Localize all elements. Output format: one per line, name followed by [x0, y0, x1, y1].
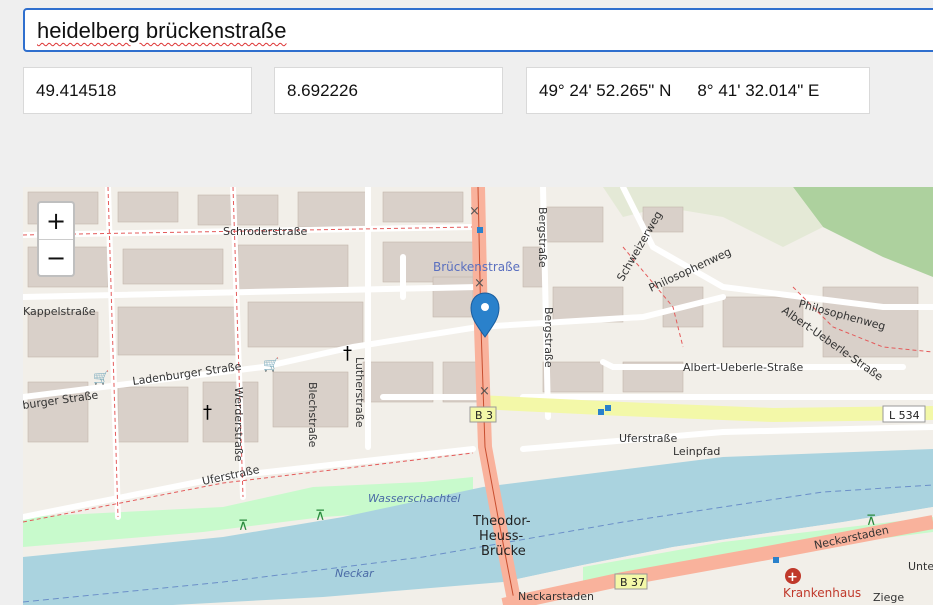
label-schroderstrasse: Schroderstraße: [223, 225, 308, 238]
bus-stop-icon-2: [605, 405, 611, 411]
dms-longitude: 8° 41' 32.014" E: [697, 81, 820, 100]
label-leinpfad: Leinpfad: [673, 445, 720, 458]
zoom-out-button[interactable]: −: [39, 240, 73, 276]
shopping-cart-icon-2: 🛒: [93, 370, 109, 386]
church-icon: †: [343, 343, 352, 364]
crossing-icon-2: ×: [474, 276, 485, 291]
label-neckarstaden-left: Neckarstaden: [518, 590, 594, 603]
bus-stop-icon-4: [477, 227, 483, 233]
picnic-table-icon-3: ⊼: [866, 513, 876, 529]
picnic-table-icon: ⊼: [238, 518, 248, 534]
crossing-icon: ×: [469, 204, 480, 219]
label-unte: Unte: [908, 560, 933, 573]
label-albert-ueberle: Albert-Ueberle-Straße: [683, 361, 804, 374]
dms-latitude: 49° 24' 52.265" N: [539, 81, 672, 100]
label-theodor-2: Heuss-: [479, 529, 524, 544]
label-lutherstrasse: Lutherstraße: [353, 357, 366, 428]
search-input[interactable]: heidelberg brückenstraße: [23, 8, 933, 52]
map-canvas: Schroderstraße Brückenstraße Bergstraße …: [23, 187, 933, 605]
label-theodor-1: Theodor-: [472, 514, 531, 529]
shopping-cart-icon: 🛒: [263, 357, 279, 373]
picnic-table-icon-2: ⊼: [315, 508, 325, 524]
zoom-in-button[interactable]: +: [39, 203, 73, 240]
shield-l534-label: L 534: [889, 409, 920, 422]
label-uferstrasse-right: Uferstraße: [619, 432, 677, 445]
shield-b3-label: B 3: [475, 409, 493, 422]
longitude-field[interactable]: 8.692226: [274, 67, 503, 114]
zoom-control: + −: [37, 201, 75, 277]
shield-b37-label: B 37: [620, 576, 645, 589]
church-icon-2: †: [203, 402, 212, 423]
label-blechstrasse: Blechstraße: [306, 382, 319, 448]
label-bergstrasse-mid: Bergstraße: [542, 307, 555, 368]
label-bergstrasse-top: Bergstraße: [536, 207, 549, 268]
hospital-cross: +: [787, 570, 798, 585]
bus-stop-icon: [598, 409, 604, 415]
map-view[interactable]: Schroderstraße Brückenstraße Bergstraße …: [23, 187, 933, 605]
dms-coordinates-field[interactable]: 49° 24' 52.265" N 8° 41' 32.014" E: [526, 67, 870, 114]
label-krankenhaus: Krankenhaus: [783, 586, 861, 600]
crossing-icon-3: ×: [479, 384, 490, 399]
label-werderstrasse: Werderstraße: [232, 387, 245, 462]
latitude-field[interactable]: 49.414518: [23, 67, 252, 114]
label-ziege: Ziege: [873, 591, 904, 604]
label-neckar: Neckar: [335, 567, 375, 580]
label-kappelstrasse: Kappelstraße: [23, 305, 96, 318]
label-theodor-3: Brücke: [481, 544, 526, 559]
label-wasserschachtel: Wasserschachtel: [368, 492, 460, 505]
bus-stop-icon-3: [773, 557, 779, 563]
label-brueckenstrasse: Brückenstraße: [433, 260, 520, 274]
